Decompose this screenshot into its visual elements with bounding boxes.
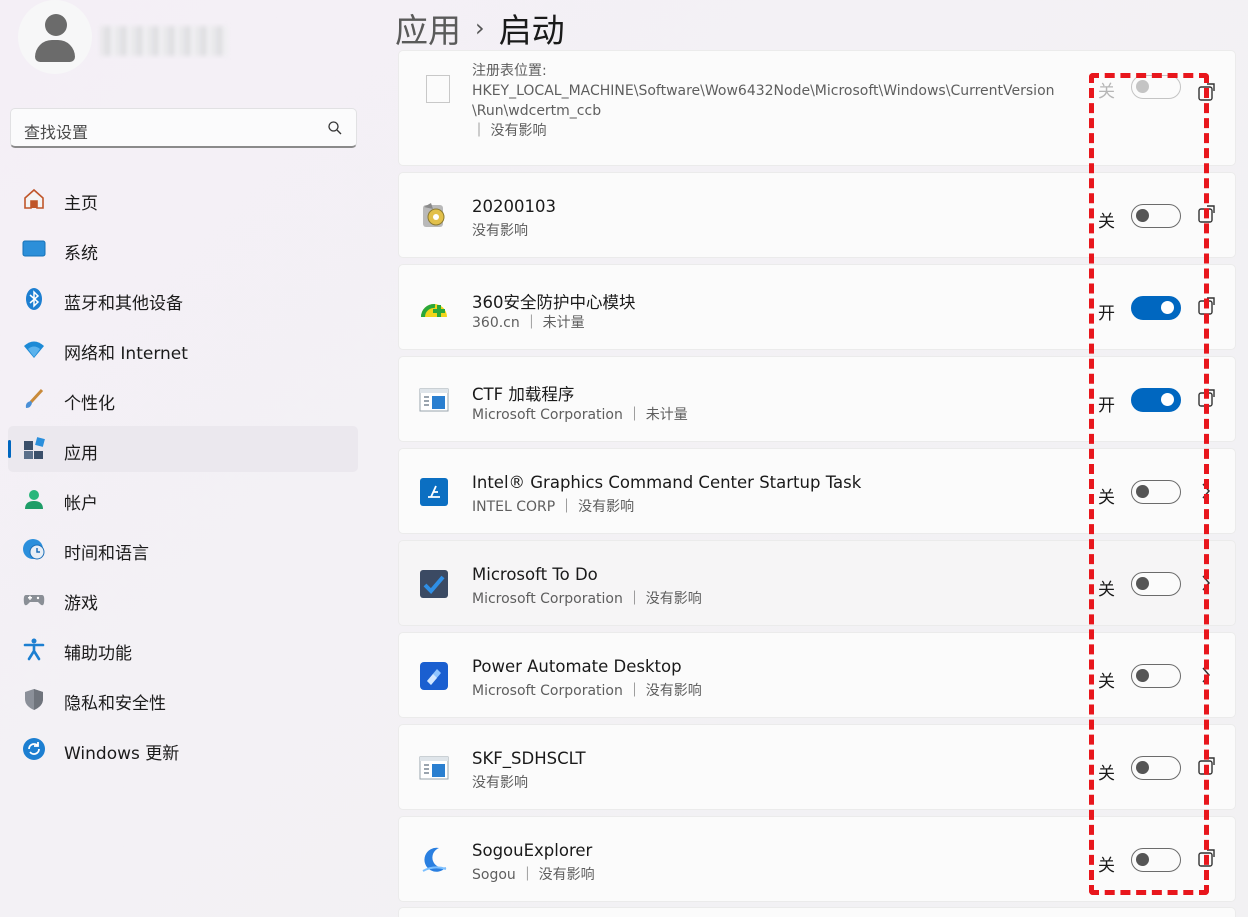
- toggle-state-label: 关: [1098, 672, 1115, 692]
- window-app-icon: [419, 756, 449, 780]
- open-icon[interactable]: [1197, 754, 1217, 780]
- sidebar-item-personalization[interactable]: 个性化: [8, 376, 358, 422]
- open-icon[interactable]: [1197, 294, 1217, 320]
- sidebar-item-accounts[interactable]: 帐户: [8, 476, 358, 522]
- toggle-state-label: 关: [1098, 764, 1115, 784]
- user-profile[interactable]: [10, 0, 370, 78]
- brush-icon: [25, 388, 44, 408]
- blurred-user-name: [100, 26, 228, 56]
- search-input[interactable]: 查找设置: [24, 119, 88, 143]
- blank-app-icon: [426, 75, 450, 103]
- breadcrumb-separator: ›: [475, 14, 485, 42]
- startup-row: Microsoft To Do Microsoft Corporation ｜ …: [398, 540, 1236, 626]
- gear-app-icon: [423, 203, 445, 227]
- toggle-state-label: 关: [1098, 856, 1115, 876]
- toggle-state-label: 关: [1098, 580, 1115, 600]
- clock-globe-icon: [23, 539, 45, 560]
- apps-icon: [24, 437, 45, 459]
- toggle-state-label: 开: [1098, 396, 1115, 416]
- startup-toggle[interactable]: [1131, 75, 1181, 99]
- startup-row: 360安全防护中心模块 360.cn ｜ 未计量 开: [398, 264, 1236, 350]
- wifi-icon: [24, 341, 44, 358]
- accessibility-icon: [23, 638, 45, 661]
- toggle-state-label: 开: [1098, 304, 1115, 324]
- shield-icon: [25, 689, 43, 710]
- sidebar-item-gaming[interactable]: 游戏: [8, 576, 358, 622]
- startup-row: SKF_SDHSCLT 没有影响 关: [398, 724, 1236, 810]
- toggle-state-label: 关: [1098, 488, 1115, 508]
- open-icon[interactable]: [1197, 80, 1217, 106]
- sidebar-nav: 主页 系统 蓝牙和其他设备 网络和 Internet 个性化 应用 帐户 时间和…: [0, 176, 372, 776]
- chevron-right-icon[interactable]: [1197, 478, 1217, 504]
- registry-path: 注册表位置: HKEY_LOCAL_MACHINE\Software\Wow64…: [472, 63, 1055, 139]
- startup-toggle[interactable]: [1131, 848, 1181, 872]
- toggle-state-label: 关: [1098, 212, 1115, 232]
- page-title: 启动: [498, 11, 565, 50]
- startup-row: Power Automate Desktop Microsoft Corpora…: [398, 632, 1236, 718]
- startup-toggle[interactable]: [1131, 664, 1181, 688]
- 360-icon: [420, 303, 447, 318]
- open-icon[interactable]: [1197, 846, 1217, 872]
- power-automate-icon: [420, 662, 448, 690]
- sidebar-item-apps[interactable]: 应用: [8, 426, 358, 472]
- system-icon: [22, 240, 46, 257]
- startup-row: Intel® Graphics Command Center Startup T…: [398, 448, 1236, 534]
- startup-row: CTF 加载程序 Microsoft Corporation ｜ 未计量 开: [398, 356, 1236, 442]
- sidebar-item-bluetooth[interactable]: 蓝牙和其他设备: [8, 276, 358, 322]
- window-app-icon: [419, 388, 449, 412]
- avatar: [18, 0, 92, 74]
- breadcrumb-parent[interactable]: 应用: [395, 11, 461, 50]
- bluetooth-icon: [26, 288, 42, 310]
- startup-toggle[interactable]: [1131, 756, 1181, 780]
- search-icon: [328, 121, 342, 135]
- account-icon: [25, 490, 43, 509]
- startup-row: 20200103 没有影响 关: [398, 172, 1236, 258]
- open-icon[interactable]: [1197, 386, 1217, 412]
- home-icon: [24, 188, 44, 209]
- sidebar: 查找设置 主页 系统 蓝牙和其他设备 网络和 Internet 个性化 应用 帐…: [0, 0, 372, 917]
- startup-row: SogouExplorer Sogou ｜ 没有影响 关: [398, 816, 1236, 902]
- open-icon[interactable]: [1197, 202, 1217, 228]
- search-box[interactable]: 查找设置: [10, 108, 357, 148]
- page-header: 应用 › 启动: [395, 4, 565, 50]
- chevron-right-icon[interactable]: [1197, 570, 1217, 596]
- startup-toggle[interactable]: [1131, 296, 1181, 320]
- sidebar-item-home[interactable]: 主页: [8, 176, 358, 222]
- toggle-state-label: 关: [1098, 82, 1115, 102]
- todo-icon: [420, 570, 448, 598]
- intel-icon: [420, 478, 448, 506]
- gamepad-icon: [23, 595, 45, 606]
- startup-row-partial: [398, 907, 1236, 917]
- sidebar-item-windows-update[interactable]: Windows 更新: [8, 726, 358, 772]
- startup-row-registry: 注册表位置: HKEY_LOCAL_MACHINE\Software\Wow64…: [398, 50, 1236, 166]
- sidebar-item-accessibility[interactable]: 辅助功能: [8, 626, 358, 672]
- startup-toggle[interactable]: [1131, 480, 1181, 504]
- sidebar-item-privacy[interactable]: 隐私和安全性: [8, 676, 358, 722]
- sogou-icon: [422, 847, 447, 872]
- startup-toggle[interactable]: [1131, 388, 1181, 412]
- sidebar-item-network[interactable]: 网络和 Internet: [8, 326, 358, 372]
- update-icon: [23, 738, 45, 760]
- startup-toggle[interactable]: [1131, 572, 1181, 596]
- sidebar-item-system[interactable]: 系统: [8, 226, 358, 272]
- startup-toggle[interactable]: [1131, 204, 1181, 228]
- sidebar-item-time-language[interactable]: 时间和语言: [8, 526, 358, 572]
- chevron-right-icon[interactable]: [1197, 662, 1217, 688]
